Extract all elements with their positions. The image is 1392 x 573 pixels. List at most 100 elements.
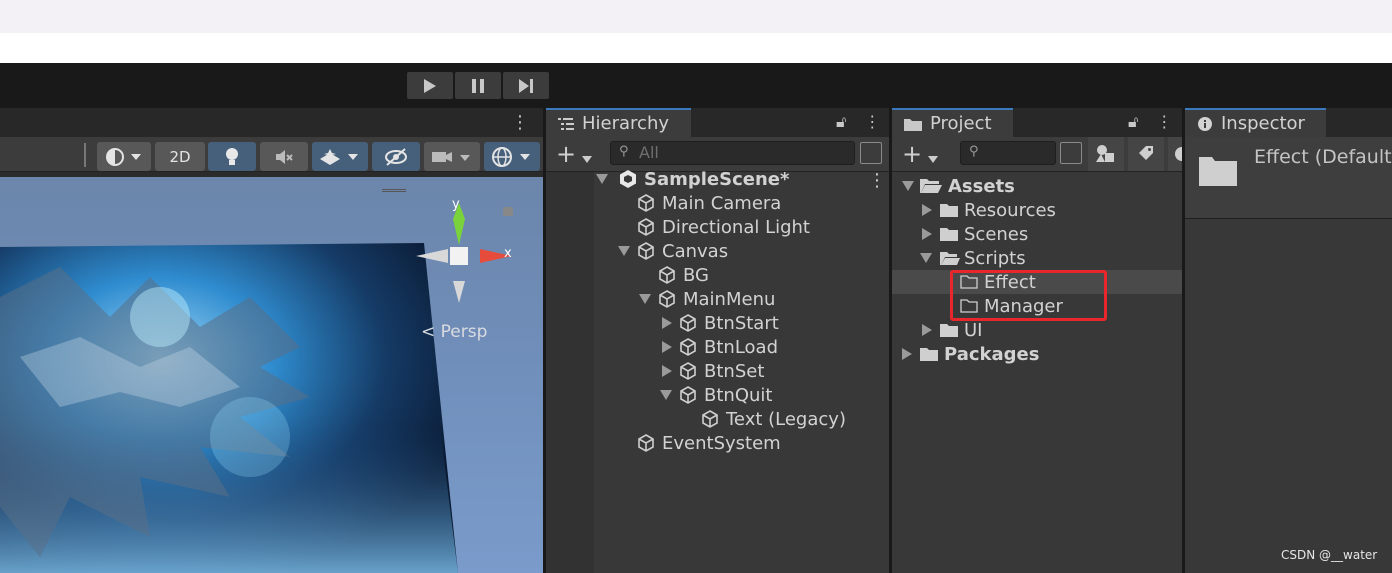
- list-item[interactable]: Scenes: [922, 222, 1028, 246]
- list-item[interactable]: SampleScene*: [596, 167, 789, 191]
- list-item[interactable]: Assets: [902, 174, 1015, 198]
- gizmo-y-label: y: [452, 197, 460, 212]
- search-options-icon[interactable]: [860, 142, 882, 164]
- list-item-label: Main Camera: [662, 192, 782, 214]
- more-icon[interactable]: ⋮: [1156, 112, 1172, 132]
- expand-arrow-icon[interactable]: [660, 390, 672, 400]
- list-item-label: UI: [964, 319, 983, 341]
- list-item[interactable]: Canvas: [618, 239, 728, 263]
- hierarchy-panel: Hierarchy 🔓︎ ⋮ + ⚲ All SampleScene* ⋮ Ma…: [546, 108, 889, 573]
- create-dropdown-icon[interactable]: [928, 149, 938, 168]
- tab-project-label: Project: [930, 113, 992, 134]
- audio-toggle-button[interactable]: [260, 142, 308, 171]
- lighting-toggle-button[interactable]: [208, 142, 256, 171]
- folder-open-icon: [920, 179, 942, 193]
- tab-inspector[interactable]: Inspector: [1185, 108, 1326, 137]
- project-search-input[interactable]: ⚲: [960, 141, 1056, 165]
- list-item[interactable]: Resources: [922, 198, 1056, 222]
- list-item[interactable]: EventSystem: [636, 431, 781, 455]
- collapse-arrow-icon[interactable]: [662, 341, 672, 353]
- visibility-toggle-button[interactable]: [372, 142, 420, 171]
- collapse-arrow-icon[interactable]: [922, 228, 932, 240]
- scene-toolbar: 2D: [0, 137, 543, 172]
- list-item[interactable]: BtnSet: [662, 359, 764, 383]
- expand-arrow-icon[interactable]: [902, 181, 914, 191]
- viewport-drag-handle[interactable]: [382, 189, 406, 192]
- persp-label[interactable]: < Persp: [421, 322, 487, 342]
- collapse-arrow-icon[interactable]: [922, 204, 932, 216]
- lock-icon[interactable]: 🔓︎: [1128, 112, 1138, 132]
- gizmos-button[interactable]: [484, 142, 540, 171]
- unity-scene-icon: [620, 170, 636, 188]
- list-item[interactable]: MainMenu: [639, 287, 775, 311]
- expand-arrow-icon[interactable]: [639, 294, 651, 304]
- mute-icon: [276, 149, 293, 164]
- list-item[interactable]: BtnStart: [662, 311, 779, 335]
- expand-arrow-icon[interactable]: [596, 174, 608, 184]
- collapse-arrow-icon[interactable]: [662, 317, 672, 329]
- gizmo-x-label: x: [504, 246, 512, 261]
- collapse-arrow-icon[interactable]: [662, 365, 672, 377]
- lock-icon[interactable]: 🔓︎: [836, 112, 846, 132]
- create-button[interactable]: +: [556, 140, 576, 168]
- project-tabbar: Project 🔓︎ ⋮: [892, 108, 1182, 137]
- hierarchy-list-icon: [558, 117, 574, 130]
- search-options-icon[interactable]: [1060, 142, 1082, 164]
- search-icon: ⚲: [619, 144, 629, 159]
- expand-arrow-icon[interactable]: [920, 253, 932, 263]
- more-icon[interactable]: ⋮: [864, 112, 880, 132]
- effects-toggle-button[interactable]: [312, 142, 368, 171]
- gameobject-cube-icon: [638, 242, 654, 260]
- tag-icon: [1139, 146, 1153, 160]
- list-item[interactable]: UI: [922, 318, 982, 342]
- camera-settings-button[interactable]: [424, 142, 480, 171]
- inspector-title: Effect (Default: [1254, 146, 1392, 168]
- inspector-header: Effect (Default: [1185, 137, 1392, 219]
- tab-hierarchy-label: Hierarchy: [582, 113, 670, 134]
- filter-label-button[interactable]: [1128, 137, 1164, 171]
- play-button[interactable]: [407, 72, 453, 99]
- red-highlight-box: [950, 270, 1107, 321]
- list-item[interactable]: Packages: [902, 342, 1039, 366]
- collapse-arrow-icon[interactable]: [922, 324, 932, 336]
- list-item-label: Scenes: [964, 223, 1029, 245]
- list-item[interactable]: Main Camera: [636, 191, 781, 215]
- step-button[interactable]: [503, 72, 549, 99]
- filter-type-button[interactable]: [1088, 137, 1124, 171]
- shapes-icon: [1096, 145, 1114, 162]
- gameobject-cube-icon: [680, 314, 696, 332]
- list-item-label: Canvas: [662, 240, 729, 262]
- play-icon: [424, 78, 436, 93]
- filter-more-button[interactable]: [1168, 137, 1182, 171]
- tab-hierarchy[interactable]: Hierarchy: [546, 108, 691, 137]
- list-item-label: BtnLoad: [704, 336, 778, 358]
- pause-button[interactable]: [455, 72, 501, 99]
- shading-mode-button[interactable]: [97, 142, 151, 171]
- create-dropdown-icon[interactable]: [582, 149, 592, 168]
- scene-viewport[interactable]: y x < Persp: [0, 177, 543, 573]
- list-item[interactable]: BG: [657, 263, 709, 287]
- gizmo-globe-icon: [492, 146, 530, 167]
- list-item-label: MainMenu: [683, 288, 776, 310]
- list-item-label: Text (Legacy): [726, 408, 846, 430]
- list-item-label: Directional Light: [662, 216, 810, 238]
- list-item-label: BG: [683, 264, 709, 286]
- list-item[interactable]: BtnQuit: [660, 383, 772, 407]
- scene-more-icon[interactable]: ⋮: [868, 170, 886, 191]
- collapse-arrow-icon[interactable]: [902, 348, 912, 360]
- folder-icon: [920, 348, 938, 361]
- tab-project[interactable]: Project: [892, 108, 1013, 137]
- hierarchy-search-input[interactable]: ⚲ All: [610, 141, 855, 165]
- tab-inspector-label: Inspector: [1221, 113, 1305, 134]
- hierarchy-tabbar: Hierarchy 🔓︎ ⋮: [546, 108, 889, 137]
- list-item[interactable]: Text (Legacy): [700, 407, 846, 431]
- camera-icon: [432, 151, 470, 162]
- expand-arrow-icon[interactable]: [618, 246, 630, 256]
- list-item[interactable]: BtnLoad: [662, 335, 778, 359]
- list-item[interactable]: Scripts: [920, 246, 1026, 270]
- gameobject-cube-icon: [659, 290, 675, 308]
- create-button[interactable]: +: [902, 140, 922, 168]
- scene-more-icon[interactable]: ⋮: [511, 112, 529, 133]
- 2d-toggle-button[interactable]: 2D: [155, 142, 205, 171]
- list-item[interactable]: Directional Light: [636, 215, 810, 239]
